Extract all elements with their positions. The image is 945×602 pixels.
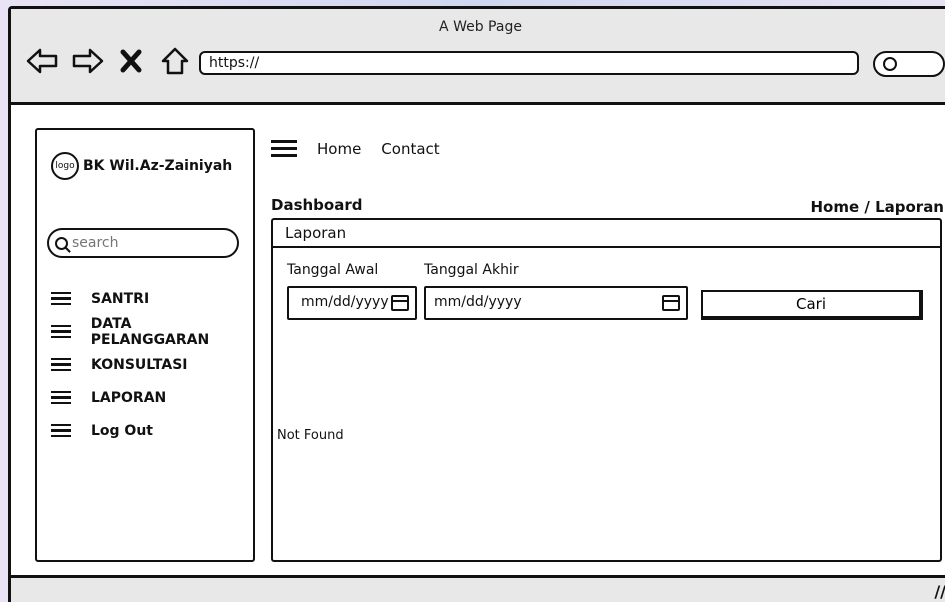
hamburger-menu-icon[interactable] <box>271 136 297 161</box>
page-content: logo BK Wil.Az-Zainiyah SANTRI DATA PELA… <box>11 108 945 575</box>
nav-contact-link[interactable]: Contact <box>381 140 439 158</box>
sidebar-item-label: SANTRI <box>91 290 150 307</box>
sidebar-item-label: LAPORAN <box>91 389 167 406</box>
sidebar-item-laporan[interactable]: LAPORAN <box>51 381 253 414</box>
panel-title: Laporan <box>273 220 940 248</box>
logo: logo <box>51 152 79 180</box>
end-date-label: Tanggal Akhir <box>424 262 519 278</box>
calendar-icon[interactable] <box>662 295 680 311</box>
page-title: Dashboard <box>271 196 363 214</box>
end-date-input[interactable]: mm/dd/yyyy <box>424 286 688 320</box>
menu-icon <box>51 322 71 342</box>
top-nav: Home Contact <box>271 136 440 161</box>
start-date-label: Tanggal Awal <box>287 262 379 278</box>
sidebar-item-data-pelanggaran[interactable]: DATA PELANGGARAN <box>51 315 253 348</box>
status-bar: // <box>11 575 945 602</box>
laporan-panel: Laporan Tanggal Awal Tanggal Akhir mm/dd… <box>271 218 942 562</box>
forward-icon[interactable] <box>69 43 105 79</box>
menu-icon <box>51 421 71 441</box>
search-icon <box>883 57 897 71</box>
home-icon[interactable] <box>157 43 193 79</box>
menu-icon <box>51 289 71 309</box>
menu-icon <box>51 355 71 375</box>
browser-window: A Web Page https:// logo BK Wil.Az-Zaini… <box>8 6 945 602</box>
search-button[interactable]: Cari <box>701 290 923 320</box>
sidebar-item-logout[interactable]: Log Out <box>51 414 253 447</box>
start-date-placeholder: mm/dd/yyyy <box>301 294 389 310</box>
search-icon <box>55 236 68 250</box>
nav-home-link[interactable]: Home <box>317 140 361 158</box>
sidebar-menu: SANTRI DATA PELANGGARAN KONSULTASI LAPOR… <box>51 282 253 447</box>
calendar-icon[interactable] <box>391 295 409 311</box>
main-area: Home Contact Dashboard Home / Laporan La… <box>271 128 944 575</box>
menu-icon <box>51 388 71 408</box>
brand[interactable]: logo BK Wil.Az-Zainiyah <box>51 152 232 180</box>
browser-chrome: A Web Page https:// <box>11 9 945 105</box>
sidebar-item-label: Log Out <box>91 422 153 439</box>
sidebar-item-label: DATA PELANGGARAN <box>90 315 210 348</box>
end-date-placeholder: mm/dd/yyyy <box>434 294 522 310</box>
sidebar-item-label: KONSULTASI <box>91 356 188 373</box>
start-date-input[interactable]: mm/dd/yyyy <box>287 286 417 320</box>
resize-handle-icon[interactable]: // <box>934 582 945 601</box>
browser-nav <box>25 43 193 79</box>
sidebar-item-konsultasi[interactable]: KONSULTASI <box>51 348 253 381</box>
brand-name: BK Wil.Az-Zainiyah <box>83 158 233 174</box>
back-icon[interactable] <box>25 43 61 79</box>
result-message: Not Found <box>277 428 344 443</box>
close-icon[interactable] <box>113 43 149 79</box>
search-input[interactable] <box>72 235 222 251</box>
sidebar-item-santri[interactable]: SANTRI <box>51 282 253 315</box>
breadcrumb[interactable]: Home / Laporan <box>810 198 944 216</box>
sidebar: logo BK Wil.Az-Zainiyah SANTRI DATA PELA… <box>35 128 255 562</box>
browser-search-button[interactable] <box>873 51 945 77</box>
window-title: A Web Page <box>439 19 522 35</box>
url-bar[interactable]: https:// <box>199 51 859 75</box>
sidebar-search[interactable] <box>47 228 239 258</box>
